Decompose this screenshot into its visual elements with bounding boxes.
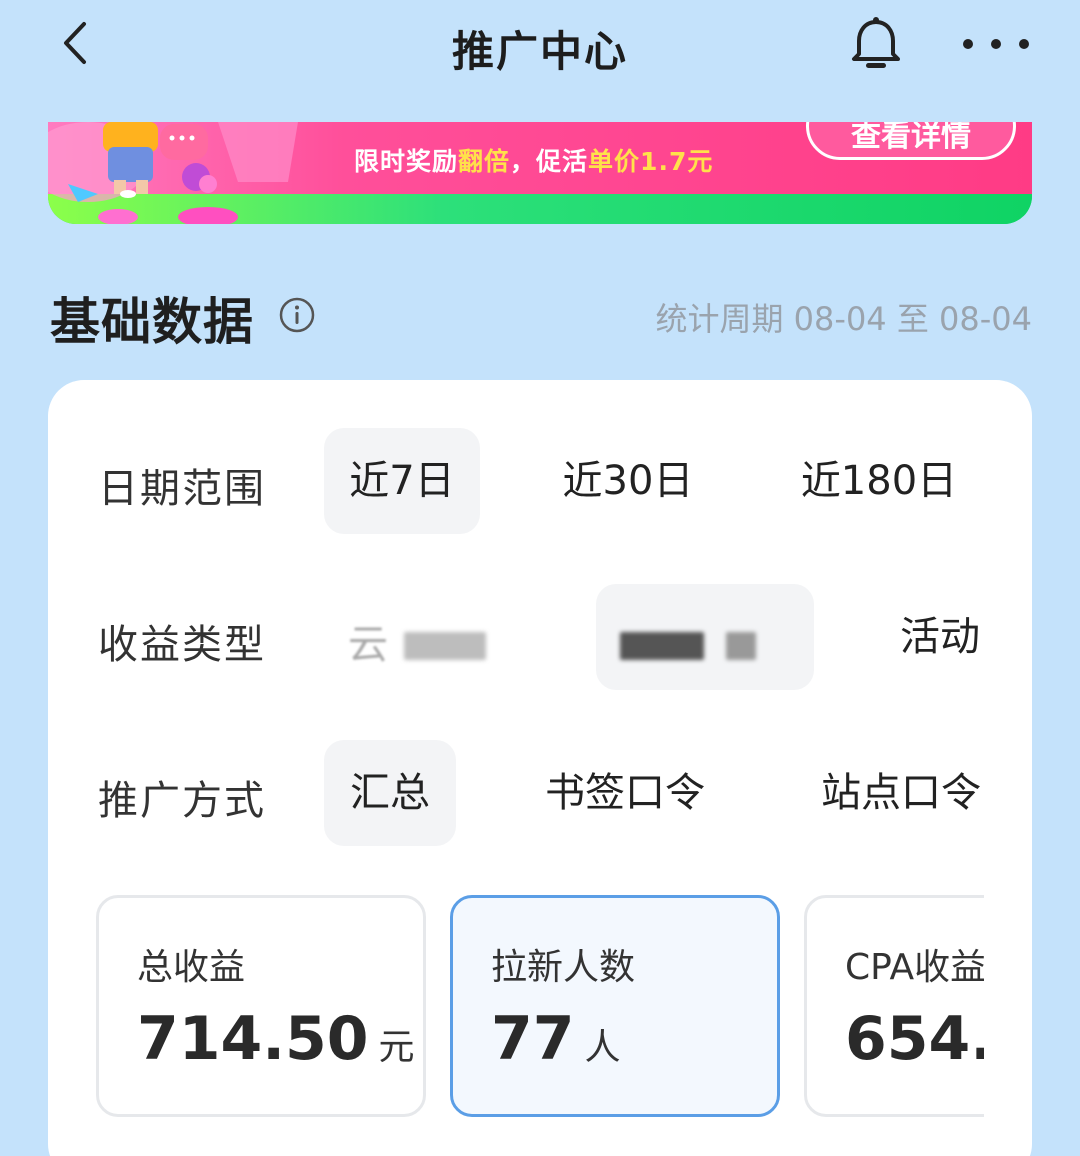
bell-icon[interactable] [846, 14, 906, 74]
method-option-bookmark-code[interactable]: 书签口令 [530, 740, 720, 846]
method-option-summary[interactable]: 汇总 [324, 740, 456, 846]
more-horizontal-icon[interactable] [958, 22, 1034, 66]
stat-card-total-income[interactable]: 总收益 714.50 元 [96, 895, 426, 1117]
stat-card-cpa-income[interactable]: CPA收益 654.5 [804, 895, 984, 1117]
banner-promo-text: 限时奖励翻倍，促活单价1.7元 [354, 147, 714, 176]
date-range-label: 日期范围 [98, 466, 266, 512]
promo-banner[interactable]: 限时奖励翻倍，促活单价1.7元 查看详情 [48, 122, 1032, 224]
page-title: 推广中心 [451, 27, 628, 76]
redacted-text-blur [620, 632, 704, 660]
stat-label: CPA收益 [845, 947, 984, 988]
stat-card-new-users[interactable]: 拉新人数 77 人 [450, 895, 780, 1117]
section-title: 基础数据 [50, 293, 254, 351]
date-option-7d[interactable]: 近7日 [324, 428, 480, 534]
info-icon[interactable] [278, 296, 316, 334]
date-option-30d[interactable]: 近30日 [548, 428, 708, 534]
income-type-label: 收益类型 [98, 622, 266, 668]
redacted-text-blur [404, 632, 486, 660]
top-nav-bar: 推广中心 [0, 0, 1080, 90]
stat-value: 654.5 [845, 1004, 984, 1074]
stat-value: 714.50 元 [137, 1004, 415, 1074]
stat-card-clip: CPA收益 654.5 [804, 895, 984, 1117]
stat-value: 77 人 [491, 1004, 621, 1074]
date-option-180d[interactable]: 近180日 [786, 428, 972, 534]
promotion-method-label: 推广方式 [98, 778, 266, 824]
income-type-option-1-label: 云 [348, 622, 388, 668]
stat-label: 拉新人数 [491, 947, 636, 988]
stat-label: 总收益 [137, 947, 246, 988]
banner-view-details-button[interactable]: 查看详情 [806, 122, 1016, 160]
redacted-text-blur [726, 632, 756, 660]
banner-button-label: 查看详情 [851, 122, 971, 154]
income-type-option-2[interactable] [596, 584, 814, 690]
banner-illustration [48, 122, 298, 224]
method-option-site-code[interactable]: 站点口令 [806, 740, 996, 846]
stat-period: 统计周期 08-04 至 08-04 [655, 300, 1033, 338]
income-type-option-activity[interactable]: 活动 [880, 584, 1000, 690]
income-type-option-1[interactable]: 云 [340, 584, 510, 690]
